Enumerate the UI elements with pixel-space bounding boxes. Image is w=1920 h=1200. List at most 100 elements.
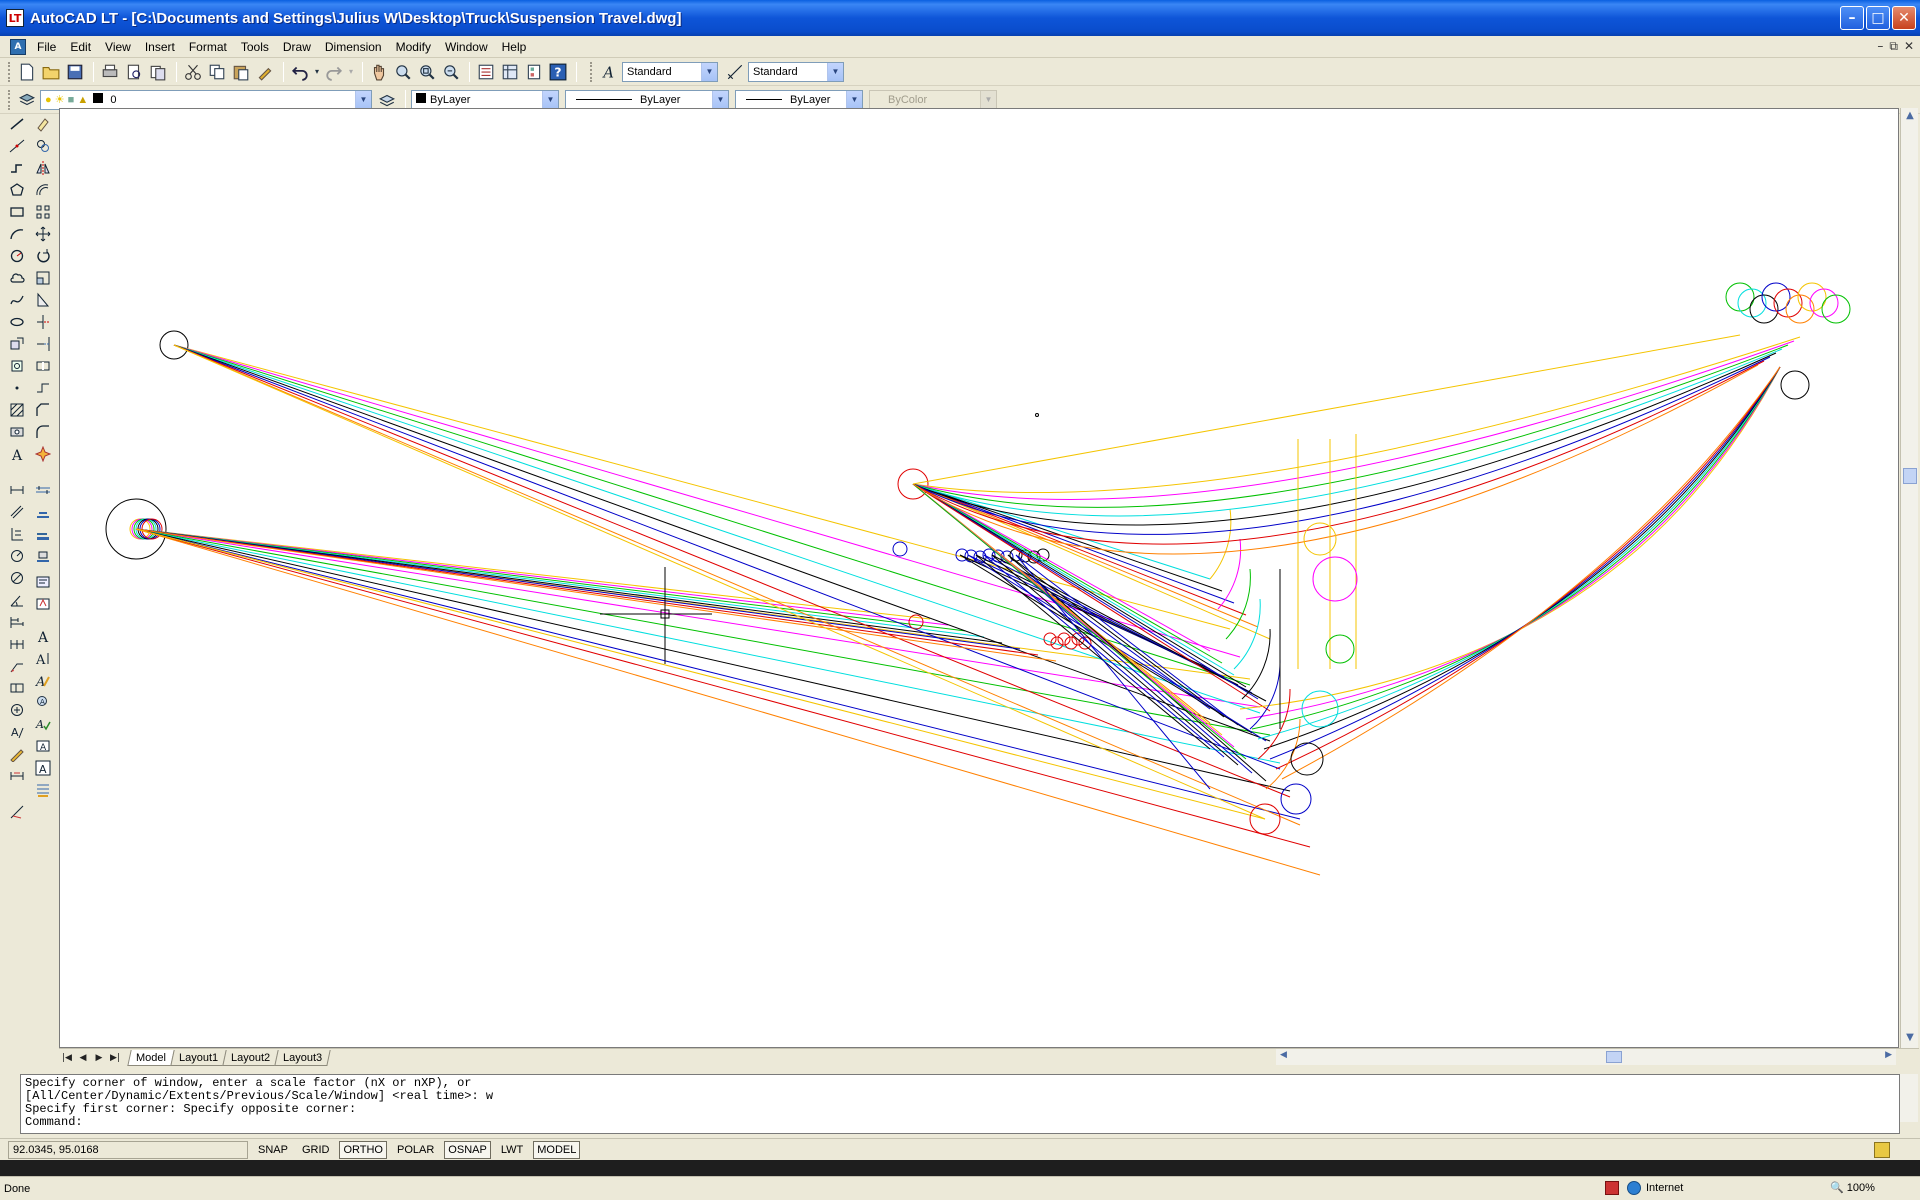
command-window[interactable]: Specify corner of window, enter a scale …	[20, 1074, 1900, 1134]
toolbar-grip[interactable]	[8, 89, 12, 110]
fillet-icon[interactable]	[33, 422, 53, 442]
help-icon[interactable]: ?	[547, 61, 569, 83]
design-center-icon[interactable]	[499, 61, 521, 83]
doc-restore-button[interactable]: ⧉	[1889, 39, 1898, 54]
next-tab-icon[interactable]: ▶	[91, 1050, 107, 1066]
doc-close-button[interactable]: ✕	[1904, 39, 1914, 54]
scroll-up-arrow-icon[interactable]: ▲	[1903, 110, 1917, 124]
justify-text-icon[interactable]: A	[33, 758, 53, 778]
scroll-right-arrow-icon[interactable]: ▶	[1885, 1050, 1892, 1060]
scroll-down-arrow-icon[interactable]: ▼	[1903, 1032, 1917, 1046]
menu-file[interactable]: File	[30, 36, 63, 58]
publish-icon[interactable]	[147, 61, 169, 83]
horizontal-scrollbar[interactable]: ◀ ▶	[1276, 1049, 1896, 1065]
layer-select[interactable]: ● ☀ ■ ▲ 0 ▼	[40, 89, 372, 110]
lineweight-control-select[interactable]: ByLayer ▼	[735, 89, 863, 110]
last-tab-icon[interactable]: ▶|	[107, 1050, 123, 1066]
rotate-icon[interactable]	[33, 246, 53, 266]
command-prompt[interactable]: Command:	[25, 1116, 1895, 1129]
scale-icon[interactable]	[33, 268, 53, 288]
dimension-style-icon[interactable]	[724, 61, 746, 83]
stretch-icon[interactable]	[33, 290, 53, 310]
copy-object-icon[interactable]	[33, 136, 53, 156]
color-control-select[interactable]: ByLayer ▼	[411, 89, 559, 110]
dimension-style-manager-icon[interactable]	[7, 802, 27, 822]
diameter-dimension-icon[interactable]	[7, 568, 27, 588]
open-folder-icon[interactable]	[40, 61, 62, 83]
tab-layout1[interactable]: Layout1	[170, 1049, 227, 1066]
zoom-realtime-icon[interactable]	[392, 61, 414, 83]
tab-model[interactable]: Model	[127, 1049, 175, 1066]
save-icon[interactable]	[64, 61, 86, 83]
tab-layout3[interactable]: Layout3	[274, 1049, 332, 1066]
quick-leader-icon[interactable]	[7, 656, 27, 676]
multiline-text-icon[interactable]: A	[7, 444, 27, 464]
close-button[interactable]: ✕	[1892, 6, 1916, 30]
spell-check-icon[interactable]: A	[33, 714, 53, 734]
redo-dropdown-icon[interactable]: ▾	[347, 61, 355, 83]
make-block-icon[interactable]	[7, 356, 27, 376]
text-style-select[interactable]: Standard ▼	[622, 61, 718, 82]
menu-help[interactable]: Help	[495, 36, 534, 58]
menu-dimension[interactable]: Dimension	[318, 36, 389, 58]
scale-text-icon[interactable]: A	[33, 736, 53, 756]
line-icon[interactable]	[7, 114, 27, 134]
dimension-edit-icon[interactable]: A	[7, 722, 27, 742]
linetype-control-select[interactable]: ByLayer ▼	[565, 89, 729, 110]
drawing-canvas[interactable]	[59, 108, 1899, 1048]
properties-icon[interactable]	[475, 61, 497, 83]
pan-realtime-icon[interactable]	[368, 61, 390, 83]
baseline-dimension-icon[interactable]	[7, 612, 27, 632]
hatch-icon[interactable]	[7, 400, 27, 420]
find-replace-icon[interactable]: A	[33, 692, 53, 712]
model-space-toggle[interactable]: MODEL	[533, 1140, 581, 1159]
prev-tab-icon[interactable]: ◀	[75, 1050, 91, 1066]
menu-window[interactable]: Window	[438, 36, 495, 58]
radius-dimension-icon[interactable]	[7, 546, 27, 566]
insert-block-icon[interactable]	[7, 334, 27, 354]
zoom-previous-icon[interactable]	[440, 61, 462, 83]
text-style-alt-icon[interactable]	[33, 502, 53, 522]
aligned-dimension-icon[interactable]	[7, 502, 27, 522]
region-icon[interactable]	[7, 422, 27, 442]
osnap-toggle[interactable]: OSNAP	[444, 1140, 491, 1159]
toolbar-grip[interactable]	[8, 61, 12, 82]
scroll-left-arrow-icon[interactable]: ◀	[1280, 1050, 1287, 1060]
plot-preview-icon[interactable]	[123, 61, 145, 83]
dimension-linear-alt-icon[interactable]	[33, 480, 53, 500]
browser-zoom[interactable]: 🔍 100%	[1830, 1181, 1875, 1194]
layer-manager-icon[interactable]	[16, 89, 38, 111]
ordinate-dimension-icon[interactable]	[7, 524, 27, 544]
polygon-icon[interactable]	[7, 180, 27, 200]
construction-line-icon[interactable]	[7, 136, 27, 156]
menu-draw[interactable]: Draw	[276, 36, 318, 58]
autocad-app-icon[interactable]: LT	[6, 9, 24, 27]
mirror-icon[interactable]	[33, 158, 53, 178]
ortho-toggle[interactable]: ORTHO	[339, 1140, 387, 1159]
angular-dimension-icon[interactable]	[7, 590, 27, 610]
new-file-icon[interactable]	[16, 61, 38, 83]
text-style-icon[interactable]: A	[598, 61, 620, 83]
polyline-icon[interactable]	[7, 158, 27, 178]
revision-cloud-icon[interactable]	[7, 268, 27, 288]
ellipse-icon[interactable]	[7, 312, 27, 332]
dimension-style-select[interactable]: Standard ▼	[748, 61, 844, 82]
circle-icon[interactable]	[7, 246, 27, 266]
array-icon[interactable]	[33, 202, 53, 222]
document-icon[interactable]: A	[10, 38, 26, 55]
linear-dimension-icon[interactable]	[7, 480, 27, 500]
trim-icon[interactable]	[33, 312, 53, 332]
vertical-scrollbar[interactable]: ▲ ▼	[1900, 108, 1918, 1048]
menu-format[interactable]: Format	[182, 36, 234, 58]
polar-toggle[interactable]: POLAR	[393, 1141, 438, 1159]
rectangle-icon[interactable]	[7, 202, 27, 222]
cut-icon[interactable]	[182, 61, 204, 83]
tab-layout2[interactable]: Layout2	[222, 1049, 279, 1066]
security-zone[interactable]: Internet	[1605, 1181, 1683, 1195]
table-style-icon[interactable]	[33, 524, 53, 544]
single-line-text-icon[interactable]: A	[33, 648, 53, 668]
zoom-window-icon[interactable]	[416, 61, 438, 83]
lwt-toggle[interactable]: LWT	[497, 1141, 527, 1159]
snap-toggle[interactable]: SNAP	[254, 1141, 292, 1159]
first-tab-icon[interactable]: |◀	[59, 1050, 75, 1066]
